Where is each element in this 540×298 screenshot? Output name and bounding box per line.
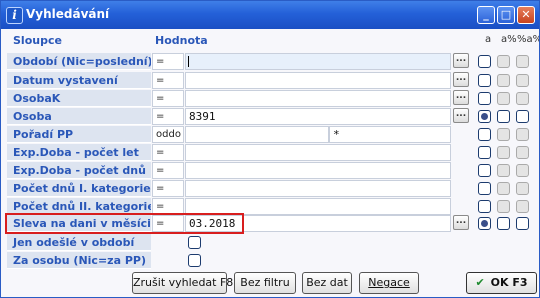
row-label: Exp.Doba - počet let xyxy=(7,144,151,161)
only-departed-checkbox[interactable] xyxy=(188,236,201,249)
flag-a-checkbox[interactable] xyxy=(478,164,491,177)
filter-row: Počet dnů I. kategorie = xyxy=(1,180,539,198)
close-button[interactable]: ✕ xyxy=(517,6,535,24)
lookup-button[interactable]: ... xyxy=(453,215,469,230)
value-input[interactable] xyxy=(185,53,451,70)
per-person-checkbox[interactable] xyxy=(188,254,201,267)
minimize-button[interactable]: _ xyxy=(477,6,495,24)
lookup-button[interactable]: ... xyxy=(453,108,469,123)
flag-a-checkbox[interactable] xyxy=(478,55,491,68)
filter-row: Pořadí PP oddo * xyxy=(1,126,539,144)
flag-a-percent-checkbox[interactable] xyxy=(497,55,510,68)
flag-header-a: a xyxy=(485,34,492,45)
flag-a-checkbox[interactable] xyxy=(478,128,491,141)
filter-row: Osoba = 8391 ... xyxy=(1,108,539,126)
title-bar: i Vyhledávání _ □ ✕ xyxy=(1,1,539,29)
row-label: Období (Nic=poslední) xyxy=(7,53,151,70)
flag-header-percent-a: %a% xyxy=(517,34,540,45)
flag-a-percent-checkbox[interactable] xyxy=(497,128,510,141)
value-input[interactable] xyxy=(185,162,451,179)
flag-a-checkbox[interactable] xyxy=(478,200,491,213)
flag-percent-a-checkbox[interactable] xyxy=(516,217,529,230)
lookup-button[interactable]: ... xyxy=(453,72,469,87)
flag-a-checkbox[interactable] xyxy=(478,110,491,123)
value-input[interactable] xyxy=(185,144,451,161)
flag-a-percent-checkbox[interactable] xyxy=(497,146,510,159)
flag-a-percent-checkbox[interactable] xyxy=(497,164,510,177)
flag-percent-a-checkbox[interactable] xyxy=(516,55,529,68)
operator-field[interactable]: = xyxy=(152,53,184,70)
flag-percent-a-checkbox[interactable] xyxy=(516,74,529,87)
flag-percent-a-checkbox[interactable] xyxy=(516,146,529,159)
search-dialog: i Vyhledávání _ □ ✕ Sloupce Hodnota a a%… xyxy=(0,0,540,298)
filter-row: Datum vystavení = ... xyxy=(1,72,539,90)
row-label: Datum vystavení xyxy=(7,72,151,89)
column-header-label: Sloupce xyxy=(13,34,62,47)
clear-search-button[interactable]: Zrušit vyhledat F8 xyxy=(132,272,233,294)
window-title: Vyhledávání xyxy=(26,7,110,21)
row-label: Osoba xyxy=(7,108,151,125)
highlight-frame xyxy=(5,213,244,234)
no-filter-button[interactable]: Bez filtru xyxy=(234,272,296,294)
flag-percent-a-checkbox[interactable] xyxy=(516,128,529,141)
row-label: OsobaK xyxy=(7,90,151,107)
operator-field[interactable]: oddo xyxy=(152,126,184,143)
row-label: Jen odešlé v období xyxy=(7,234,151,251)
flag-percent-a-checkbox[interactable] xyxy=(516,200,529,213)
row-label: Za osobu (Nic=za PP) xyxy=(7,252,151,269)
flag-percent-a-checkbox[interactable] xyxy=(516,92,529,105)
flag-a-checkbox[interactable] xyxy=(478,217,491,230)
value-input[interactable] xyxy=(185,180,451,197)
operator-field[interactable]: = xyxy=(152,144,184,161)
ok-button[interactable]: ✔ OK F3 xyxy=(466,272,537,294)
column-header-value: Hodnota xyxy=(155,34,208,47)
operator-field[interactable]: = xyxy=(152,90,184,107)
flag-a-checkbox[interactable] xyxy=(478,146,491,159)
value-input[interactable] xyxy=(185,90,451,107)
row-label: Počet dnů I. kategorie xyxy=(7,180,151,197)
filter-row: Za osobu (Nic=za PP) xyxy=(1,252,539,270)
value-to-input[interactable]: * xyxy=(329,126,451,143)
filter-row: Jen odešlé v období xyxy=(1,234,539,252)
flag-a-checkbox[interactable] xyxy=(478,74,491,87)
value-input[interactable]: 8391 xyxy=(185,108,451,125)
text-caret xyxy=(188,56,189,67)
operator-field[interactable]: = xyxy=(152,162,184,179)
info-icon: i xyxy=(6,7,23,24)
flag-percent-a-checkbox[interactable] xyxy=(516,164,529,177)
flag-a-checkbox[interactable] xyxy=(478,182,491,195)
filter-row: Exp.Doba - počet dnů = xyxy=(1,162,539,180)
filter-row: Exp.Doba - počet let = xyxy=(1,144,539,162)
lookup-button[interactable]: ... xyxy=(453,90,469,105)
flag-percent-a-checkbox[interactable] xyxy=(516,182,529,195)
value-input[interactable] xyxy=(185,72,451,89)
flag-a-checkbox[interactable] xyxy=(478,92,491,105)
row-label: Pořadí PP xyxy=(7,126,151,143)
flag-a-percent-checkbox[interactable] xyxy=(497,110,510,123)
lookup-button[interactable]: ... xyxy=(453,53,469,68)
operator-field[interactable]: = xyxy=(152,72,184,89)
row-label: Exp.Doba - počet dnů xyxy=(7,162,151,179)
maximize-button[interactable]: □ xyxy=(497,6,515,24)
flag-a-percent-checkbox[interactable] xyxy=(497,200,510,213)
ok-label: OK F3 xyxy=(490,276,528,289)
flag-percent-a-checkbox[interactable] xyxy=(516,110,529,123)
negate-button[interactable]: Negace xyxy=(359,272,419,294)
filter-row: Období (Nic=poslední) = ... xyxy=(1,53,539,71)
flag-a-percent-checkbox[interactable] xyxy=(497,182,510,195)
no-data-button[interactable]: Bez dat xyxy=(302,272,352,294)
operator-field[interactable]: = xyxy=(152,180,184,197)
flag-a-percent-checkbox[interactable] xyxy=(497,217,510,230)
flag-a-percent-checkbox[interactable] xyxy=(497,92,510,105)
filter-row: OsobaK = ... xyxy=(1,90,539,108)
value-from-input[interactable] xyxy=(185,126,329,143)
checkmark-icon: ✔ xyxy=(475,276,485,289)
operator-field[interactable]: = xyxy=(152,108,184,125)
flag-a-percent-checkbox[interactable] xyxy=(497,74,510,87)
flag-header-a-percent: a% xyxy=(501,34,517,45)
